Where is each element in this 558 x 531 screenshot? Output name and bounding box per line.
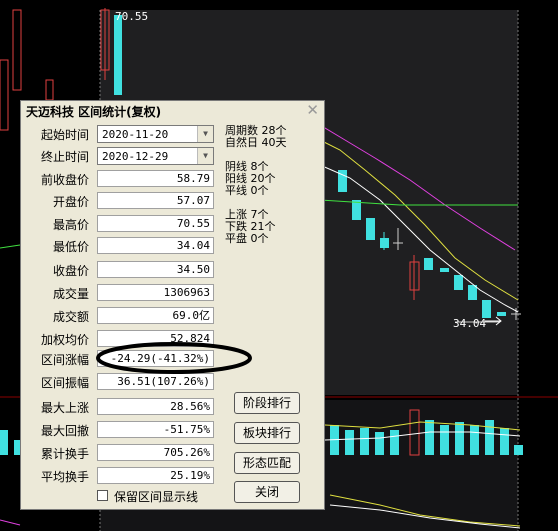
field-value: 28.56%: [97, 398, 214, 415]
field-label: 区间振幅: [40, 376, 89, 390]
pattern-match-button[interactable]: 形态匹配: [234, 452, 300, 474]
field-label: 前收盘价: [40, 173, 89, 187]
flat-count: 平盘 0个: [225, 232, 269, 245]
field-value: 34.04: [97, 237, 214, 254]
candle: [424, 258, 433, 270]
field-label: 成交量: [52, 287, 89, 301]
field-label: 收盘价: [52, 264, 89, 278]
up-count: 上涨 7个: [225, 208, 269, 221]
candle: [352, 200, 361, 220]
field-value: 1306963: [97, 284, 214, 301]
sector-ranking-button[interactable]: 板块排行: [234, 422, 300, 444]
field-label: 最低价: [52, 240, 89, 254]
chevron-down-icon[interactable]: ▼: [197, 148, 213, 164]
field-value: 34.50: [97, 261, 214, 278]
field-label: 最大上涨: [40, 401, 89, 415]
field-value: 58.79: [97, 170, 214, 187]
keep-range-line-checkbox[interactable]: [97, 490, 108, 501]
highlight-ellipse: [96, 342, 252, 374]
dialog-titlebar[interactable]: 天迈科技 区间统计(复权) ✕: [21, 101, 324, 121]
candle: [380, 238, 389, 248]
high-price-label: 70.55: [115, 10, 149, 23]
candle: [366, 218, 375, 240]
close-icon[interactable]: ✕: [306, 101, 319, 119]
date-value: 2020-12-29: [102, 150, 169, 163]
date-value: 2020-11-20: [102, 128, 169, 141]
yang-line-count: 阳线 20个: [225, 172, 276, 185]
field-value: 70.55: [97, 215, 214, 232]
end-date-select[interactable]: 2020-12-29 ▼: [97, 147, 214, 165]
chevron-down-icon[interactable]: ▼: [197, 126, 213, 142]
field-label: 加权均价: [40, 333, 89, 347]
field-value: 57.07: [97, 192, 214, 209]
yin-line-count: 阴线 8个: [225, 160, 269, 173]
field-label: 最大回撤: [40, 424, 89, 438]
flat-line-count: 平线 0个: [225, 184, 269, 197]
field-value: 69.0亿: [97, 307, 214, 324]
field-value: 25.19%: [97, 467, 214, 484]
close-button[interactable]: 关闭: [234, 481, 300, 503]
low-price-label: 34.04: [453, 317, 487, 330]
start-date-select[interactable]: 2020-11-20 ▼: [97, 125, 214, 143]
period-count: 周期数 28个: [225, 124, 287, 137]
field-label: 开盘价: [52, 195, 89, 209]
field-value: -51.75%: [97, 421, 214, 438]
stage-ranking-button[interactable]: 阶段排行: [234, 392, 300, 414]
field-label: 区间涨幅: [40, 353, 89, 367]
field-value: 705.26%: [97, 444, 214, 461]
field-label: 成交额: [52, 310, 89, 324]
field-label: 累计换手: [40, 447, 89, 461]
candle: [114, 15, 122, 95]
candle: [440, 268, 449, 272]
field-label: 最高价: [52, 218, 89, 232]
candle: [468, 285, 477, 300]
down-count: 下跌 21个: [225, 220, 276, 233]
keep-range-line-label: 保留区间显示线: [114, 490, 199, 504]
field-label: 平均换手: [40, 470, 89, 484]
candle: [454, 275, 463, 290]
dialog-title: 天迈科技 区间统计(复权): [26, 105, 162, 119]
natural-days: 自然日 40天: [225, 136, 287, 149]
field-label: 终止时间: [40, 150, 89, 164]
interval-stats-dialog: 天迈科技 区间统计(复权) ✕ 起始时间 2020-11-20 ▼ 终止时间 2020-…: [20, 100, 325, 510]
low-price-arrow-icon: [485, 316, 502, 326]
field-label: 起始时间: [40, 128, 89, 142]
